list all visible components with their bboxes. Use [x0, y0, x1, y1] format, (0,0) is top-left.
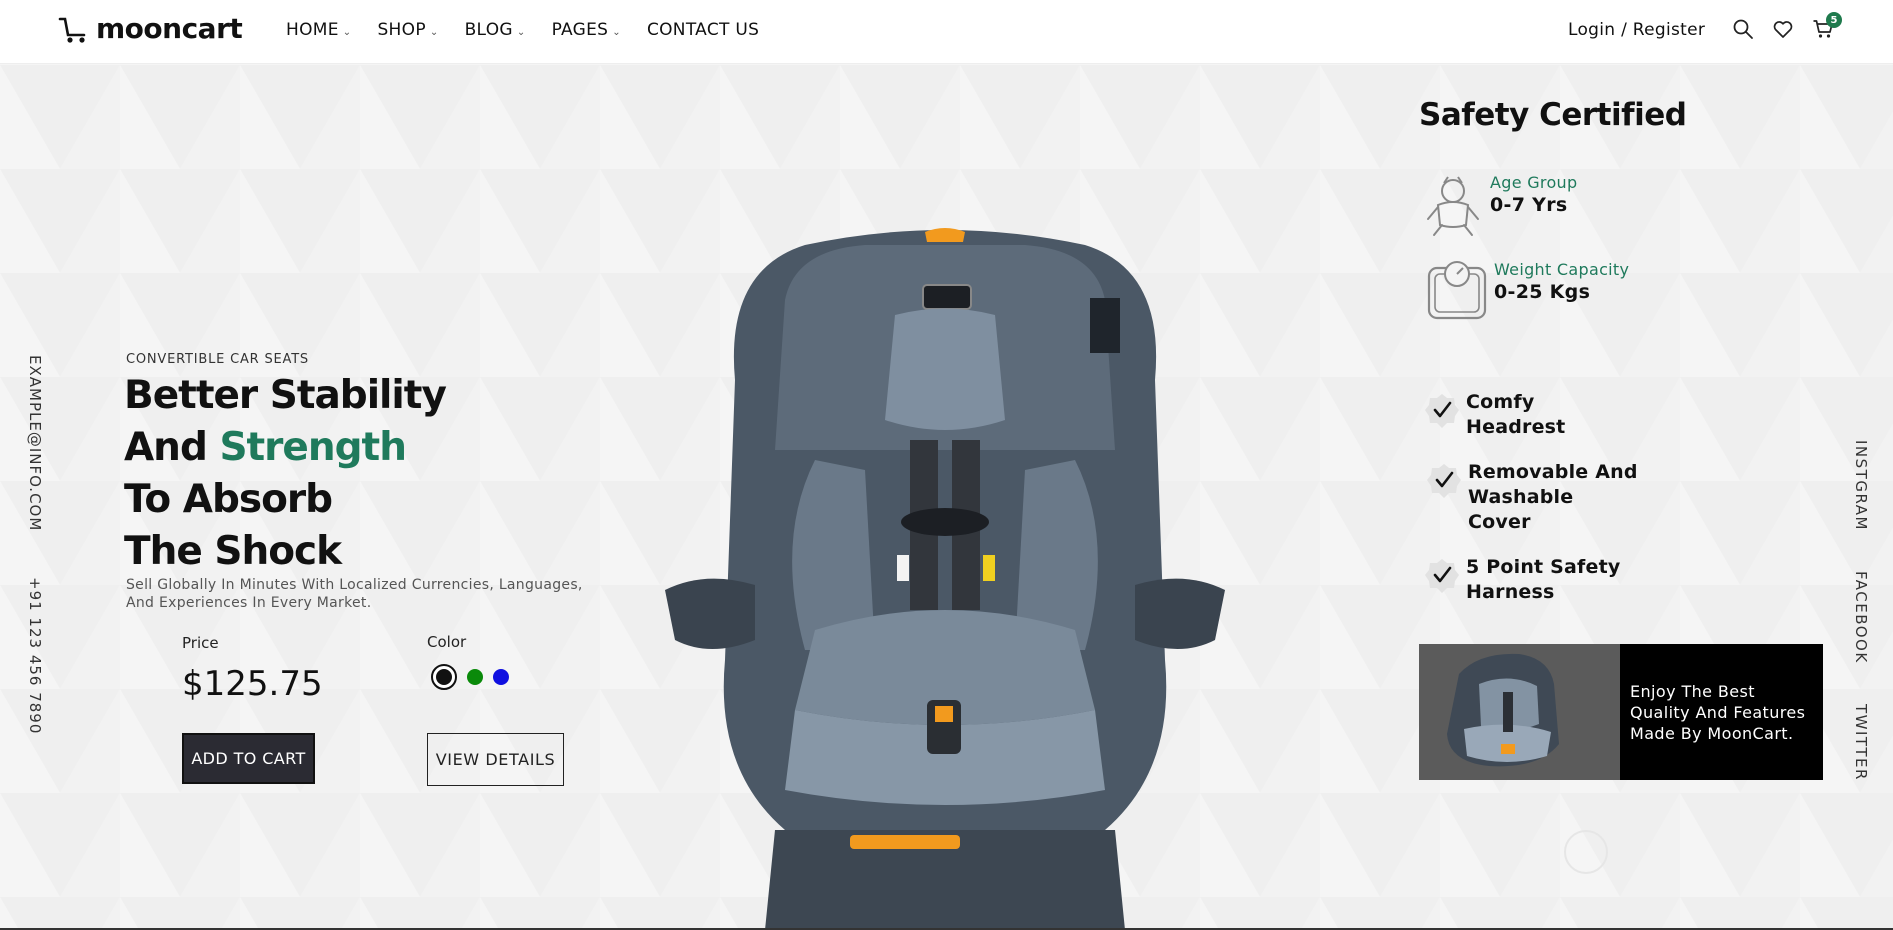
headline-strength: Strength: [219, 425, 407, 470]
social-links: INSTGRAM FACEBOOK TWITTER: [1852, 440, 1870, 781]
price-label: Price: [182, 634, 219, 652]
color-label: Color: [427, 633, 467, 651]
main-nav: HOME ⌄ SHOP ⌄ BLOG ⌄ PAGES ⌄ CONTACT US: [286, 20, 759, 40]
feature-text: 5 Point Safety Harness: [1466, 555, 1620, 605]
chevron-down-icon: ⌄: [516, 26, 526, 38]
headline-line-4: The Shock: [124, 529, 342, 574]
weight-scale-icon: [1427, 261, 1487, 320]
cart-count-badge: 5: [1826, 12, 1842, 28]
contact-phone[interactable]: +91 123 456 7890: [26, 577, 44, 734]
brand-name: mooncart: [96, 12, 243, 45]
contact-email[interactable]: EXAMPLE@INFO.COM: [26, 355, 44, 531]
nav-pages-label: PAGES: [551, 20, 609, 40]
spec-age-text: Age Group 0-7 Yrs: [1490, 173, 1577, 216]
cart-logo-icon: [58, 17, 86, 43]
promo-banner[interactable]: Enjoy The Best Quality And Features Made…: [1419, 644, 1823, 780]
logo[interactable]: mooncart: [56, 12, 243, 45]
product-category: CONVERTIBLE CAR SEATS: [126, 352, 309, 367]
chevron-down-icon: ⌄: [612, 26, 621, 38]
play-video-icon[interactable]: [1564, 830, 1608, 874]
view-details-button[interactable]: VIEW DETAILS: [427, 733, 564, 786]
nav-pages[interactable]: PAGES ⌄: [552, 20, 621, 40]
checkmark-badge-icon: [1425, 394, 1459, 428]
spec-age-group: Age Group 0-7 Yrs: [1422, 173, 1577, 239]
nav-contact-label: CONTACT US: [646, 20, 760, 40]
feature-line: Removable And: [1468, 461, 1638, 483]
chevron-down-icon: ⌄: [342, 26, 352, 38]
age-group-label: Age Group: [1490, 173, 1578, 192]
feature-line: Comfy: [1466, 391, 1535, 413]
feature-line: Headrest: [1466, 416, 1566, 438]
cart-icon[interactable]: 5: [1812, 12, 1842, 40]
color-swatch-black[interactable]: [431, 664, 457, 690]
baby-icon: [1427, 176, 1479, 236]
feature-comfy-headrest: Comfy Headrest: [1424, 390, 1565, 440]
headline-line-1: Better Stability: [124, 373, 447, 418]
nav-home[interactable]: HOME ⌄: [286, 20, 351, 40]
age-group-value: 0-7 Yrs: [1490, 194, 1568, 216]
spec-weight-capacity: Weight Capacity 0-25 Kgs: [1426, 260, 1629, 322]
hero-description: Sell Globally In Minutes With Localized …: [126, 577, 583, 611]
chevron-down-icon: ⌄: [429, 26, 439, 38]
weight-capacity-label: Weight Capacity: [1494, 260, 1630, 279]
side-contact: EXAMPLE@INFO.COM +91 123 456 7890: [26, 355, 44, 735]
nav-blog-label: BLOG: [464, 20, 513, 40]
color-swatches: [431, 664, 509, 690]
login-register-link[interactable]: Login / Register: [1568, 20, 1705, 40]
price-value: $125.75: [182, 664, 323, 704]
search-icon[interactable]: [1732, 18, 1754, 40]
promo-text: Enjoy The Best Quality And Features Made…: [1630, 682, 1806, 743]
nav-shop[interactable]: SHOP ⌄: [377, 20, 438, 40]
headline-and: And: [124, 425, 220, 470]
spec-weight-text: Weight Capacity 0-25 Kgs: [1494, 260, 1629, 303]
wishlist-heart-icon[interactable]: [1772, 18, 1794, 40]
nav-home-label: HOME: [286, 20, 339, 40]
feature-line: Harness: [1466, 581, 1555, 603]
color-swatch-green[interactable]: [467, 669, 483, 685]
checkmark-badge-icon: [1427, 464, 1461, 498]
feature-text: Removable And Washable Cover: [1468, 460, 1638, 535]
feature-line: Washable: [1468, 486, 1574, 508]
headline-line-3: To Absorb: [124, 477, 333, 522]
feature-text: Comfy Headrest: [1466, 390, 1565, 440]
promo-car-seat-image: [1419, 644, 1620, 780]
header-icons: 5: [1732, 12, 1842, 40]
hero-headline: Better Stability And Strength To Absorb …: [124, 370, 447, 578]
social-twitter-link[interactable]: TWITTER: [1852, 704, 1870, 781]
feature-line: Cover: [1468, 511, 1531, 533]
nav-contact[interactable]: CONTACT US: [647, 20, 759, 40]
nav-shop-label: SHOP: [377, 20, 426, 40]
add-to-cart-button[interactable]: ADD TO CART: [182, 733, 315, 784]
weight-capacity-value: 0-25 Kgs: [1494, 281, 1591, 303]
feature-removable-cover: Removable And Washable Cover: [1426, 460, 1638, 535]
site-header: mooncart HOME ⌄ SHOP ⌄ BLOG ⌄ PAGES ⌄ CONTAC…: [0, 0, 1893, 64]
checkmark-badge-icon: [1425, 559, 1459, 593]
social-facebook-link[interactable]: FACEBOOK: [1852, 571, 1870, 664]
headline-line-2: And Strength: [124, 422, 446, 474]
nav-blog[interactable]: BLOG ⌄: [465, 20, 526, 40]
feature-5-point-harness: 5 Point Safety Harness: [1424, 555, 1620, 605]
feature-line: 5 Point Safety: [1466, 556, 1621, 578]
safety-certified-title: Safety Certified: [1419, 97, 1687, 133]
social-instagram-link[interactable]: INSTGRAM: [1852, 440, 1870, 531]
color-swatch-blue[interactable]: [493, 669, 509, 685]
car-seat-product-image: [665, 228, 1225, 930]
